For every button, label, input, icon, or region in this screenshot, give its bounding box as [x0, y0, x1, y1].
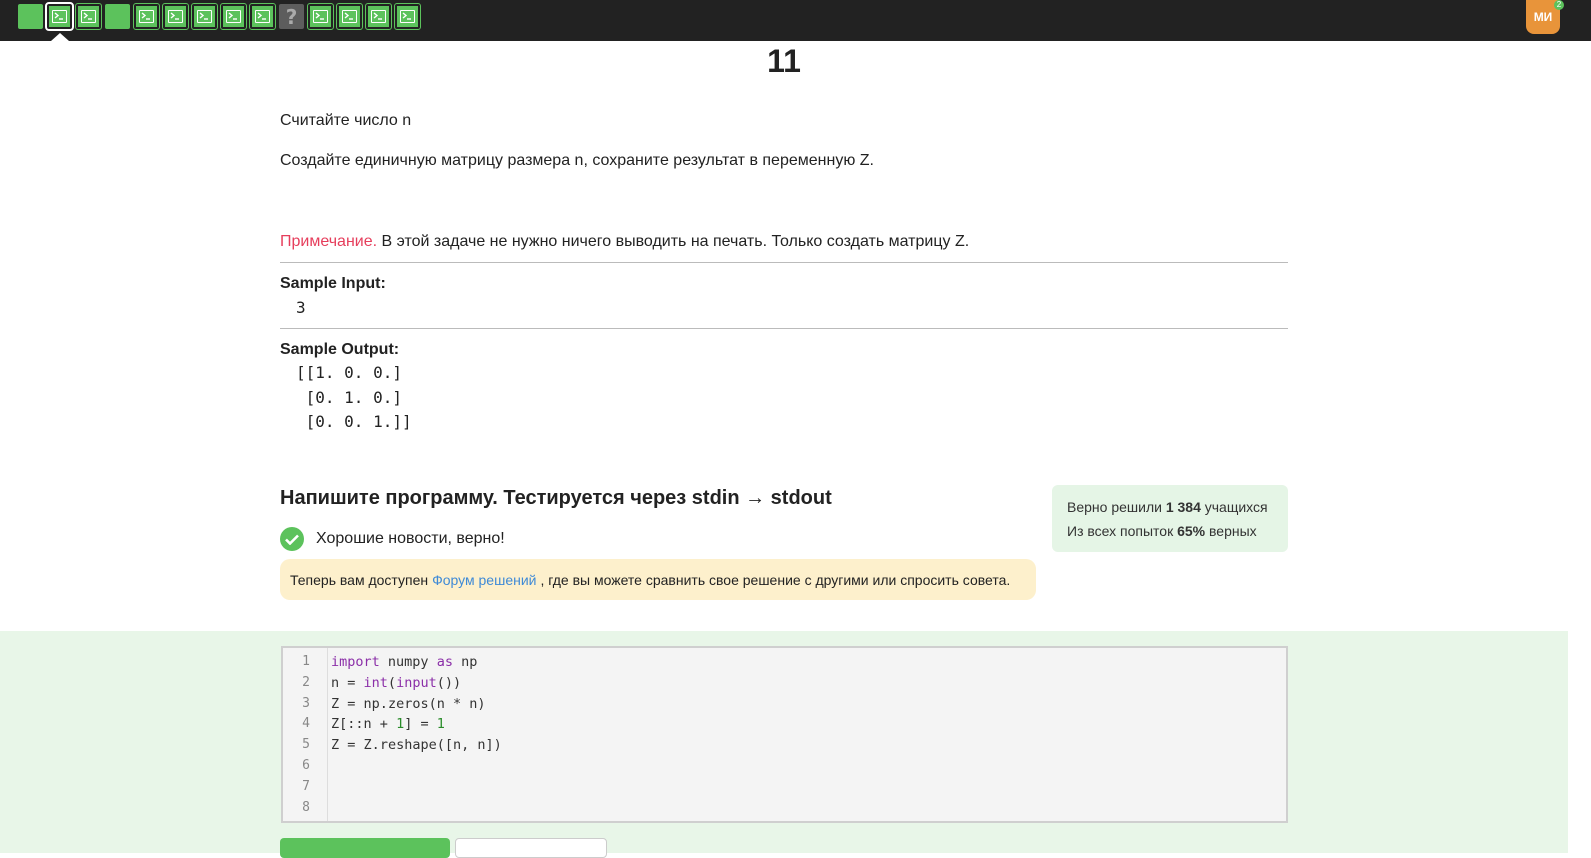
notification-badge[interactable]: 2 [1554, 0, 1564, 10]
code-editor[interactable]: 1 2 3 4 5 6 7 8 import numpy as np n = int(input… [281, 646, 1288, 823]
steps-bar: ? [18, 2, 421, 31]
solved-count: 1 384 [1165, 499, 1201, 515]
terminal-icon [52, 10, 67, 23]
step-title: 11 [767, 43, 801, 79]
stats-panel: Верно решили 1 384 учащихся Из всех попы… [1052, 485, 1288, 552]
sample-input: 3 [296, 298, 306, 317]
step-2[interactable] [45, 2, 74, 31]
solved-suffix: учащихся [1204, 499, 1268, 515]
step-7[interactable] [191, 3, 218, 30]
note-text: В этой задаче не нужно ничего выводить н… [377, 233, 970, 250]
divider [280, 262, 1288, 263]
result-row: Хорошие новости, верно! [280, 527, 505, 551]
attempts-suffix: верных [1209, 523, 1257, 539]
code-line[interactable]: n = int(input()) [331, 675, 461, 691]
line-number-gutter: 1 2 3 4 5 6 7 8 [283, 648, 328, 821]
sample-output: [[1. 0. 0.] [0. 1. 0.] [0. 0. 1.]] [296, 363, 412, 431]
task-header: Напишите программу. Тестируется через st… [280, 487, 832, 509]
terminal-icon [342, 10, 357, 23]
line-number: 7 [302, 778, 310, 794]
sample-output-label: Sample Output: [280, 341, 400, 358]
check-circle-icon [280, 527, 304, 551]
solved-stat: Верно решили 1 384 учащихся [1067, 495, 1273, 519]
code-line[interactable]: Z = Z.reshape([n, n]) [331, 737, 502, 753]
code-line[interactable]: import numpy as np [331, 654, 477, 670]
line-number: 4 [302, 716, 310, 732]
step-8[interactable] [220, 3, 247, 30]
current-step-pointer [51, 33, 69, 41]
notice-text-before: Теперь вам доступен [290, 571, 429, 588]
code-line[interactable]: Z[::n + 1] = 1 [331, 716, 445, 732]
step-14[interactable] [394, 3, 421, 30]
forum-notice: Теперь вам доступен Форум решений , где … [280, 559, 1036, 600]
code-line[interactable]: Z = np.zeros(n * n) [331, 696, 486, 712]
problem-text-2: Создайте единичную матрицу размера n, со… [280, 152, 874, 169]
submit-button[interactable] [280, 838, 450, 858]
problem-text-1: Считайте число n [280, 112, 412, 129]
step-9[interactable] [249, 3, 276, 30]
notice-text-after: , где вы можете сравнить свое решение с … [540, 571, 1011, 588]
step-13[interactable] [365, 3, 392, 30]
terminal-icon [197, 10, 212, 23]
step-3[interactable] [75, 3, 102, 30]
terminal-icon [371, 10, 386, 23]
step-4[interactable] [105, 4, 130, 29]
solutions-forum-link[interactable]: Форум решений [432, 572, 536, 588]
line-number: 6 [302, 758, 310, 773]
line-number: 1 [302, 654, 310, 669]
result-text: Хорошие новости, верно! [316, 530, 505, 547]
attempts-percent: 65% [1177, 523, 1206, 539]
terminal-icon [226, 10, 241, 23]
line-number: 3 [302, 695, 310, 711]
solved-prefix: Верно решили [1067, 499, 1162, 515]
terminal-icon [168, 10, 183, 23]
step-12[interactable] [336, 3, 363, 30]
step-10[interactable]: ? [279, 4, 304, 29]
step-5[interactable] [133, 3, 160, 30]
step-11[interactable] [307, 3, 334, 30]
sample-input-label: Sample Input: [280, 275, 386, 292]
terminal-icon [81, 10, 96, 23]
line-number: 8 [302, 799, 310, 815]
attempts-stat: Из всех попыток 65% верных [1067, 519, 1273, 543]
line-number: 5 [302, 737, 310, 753]
line-number: 2 [302, 674, 310, 690]
terminal-icon [255, 10, 270, 23]
terminal-icon [139, 10, 154, 23]
terminal-icon [400, 10, 415, 23]
note-label: Примечание. [280, 233, 378, 250]
step-6[interactable] [162, 3, 189, 30]
secondary-button[interactable] [455, 838, 607, 858]
terminal-icon [313, 10, 328, 23]
top-navbar: ? МИ 2 [0, 0, 1591, 41]
problem-note: Примечание. В этой задаче не нужно ничег… [280, 233, 1288, 251]
attempts-prefix: Из всех попыток [1067, 523, 1174, 539]
step-1[interactable] [18, 4, 43, 29]
divider [280, 328, 1288, 329]
